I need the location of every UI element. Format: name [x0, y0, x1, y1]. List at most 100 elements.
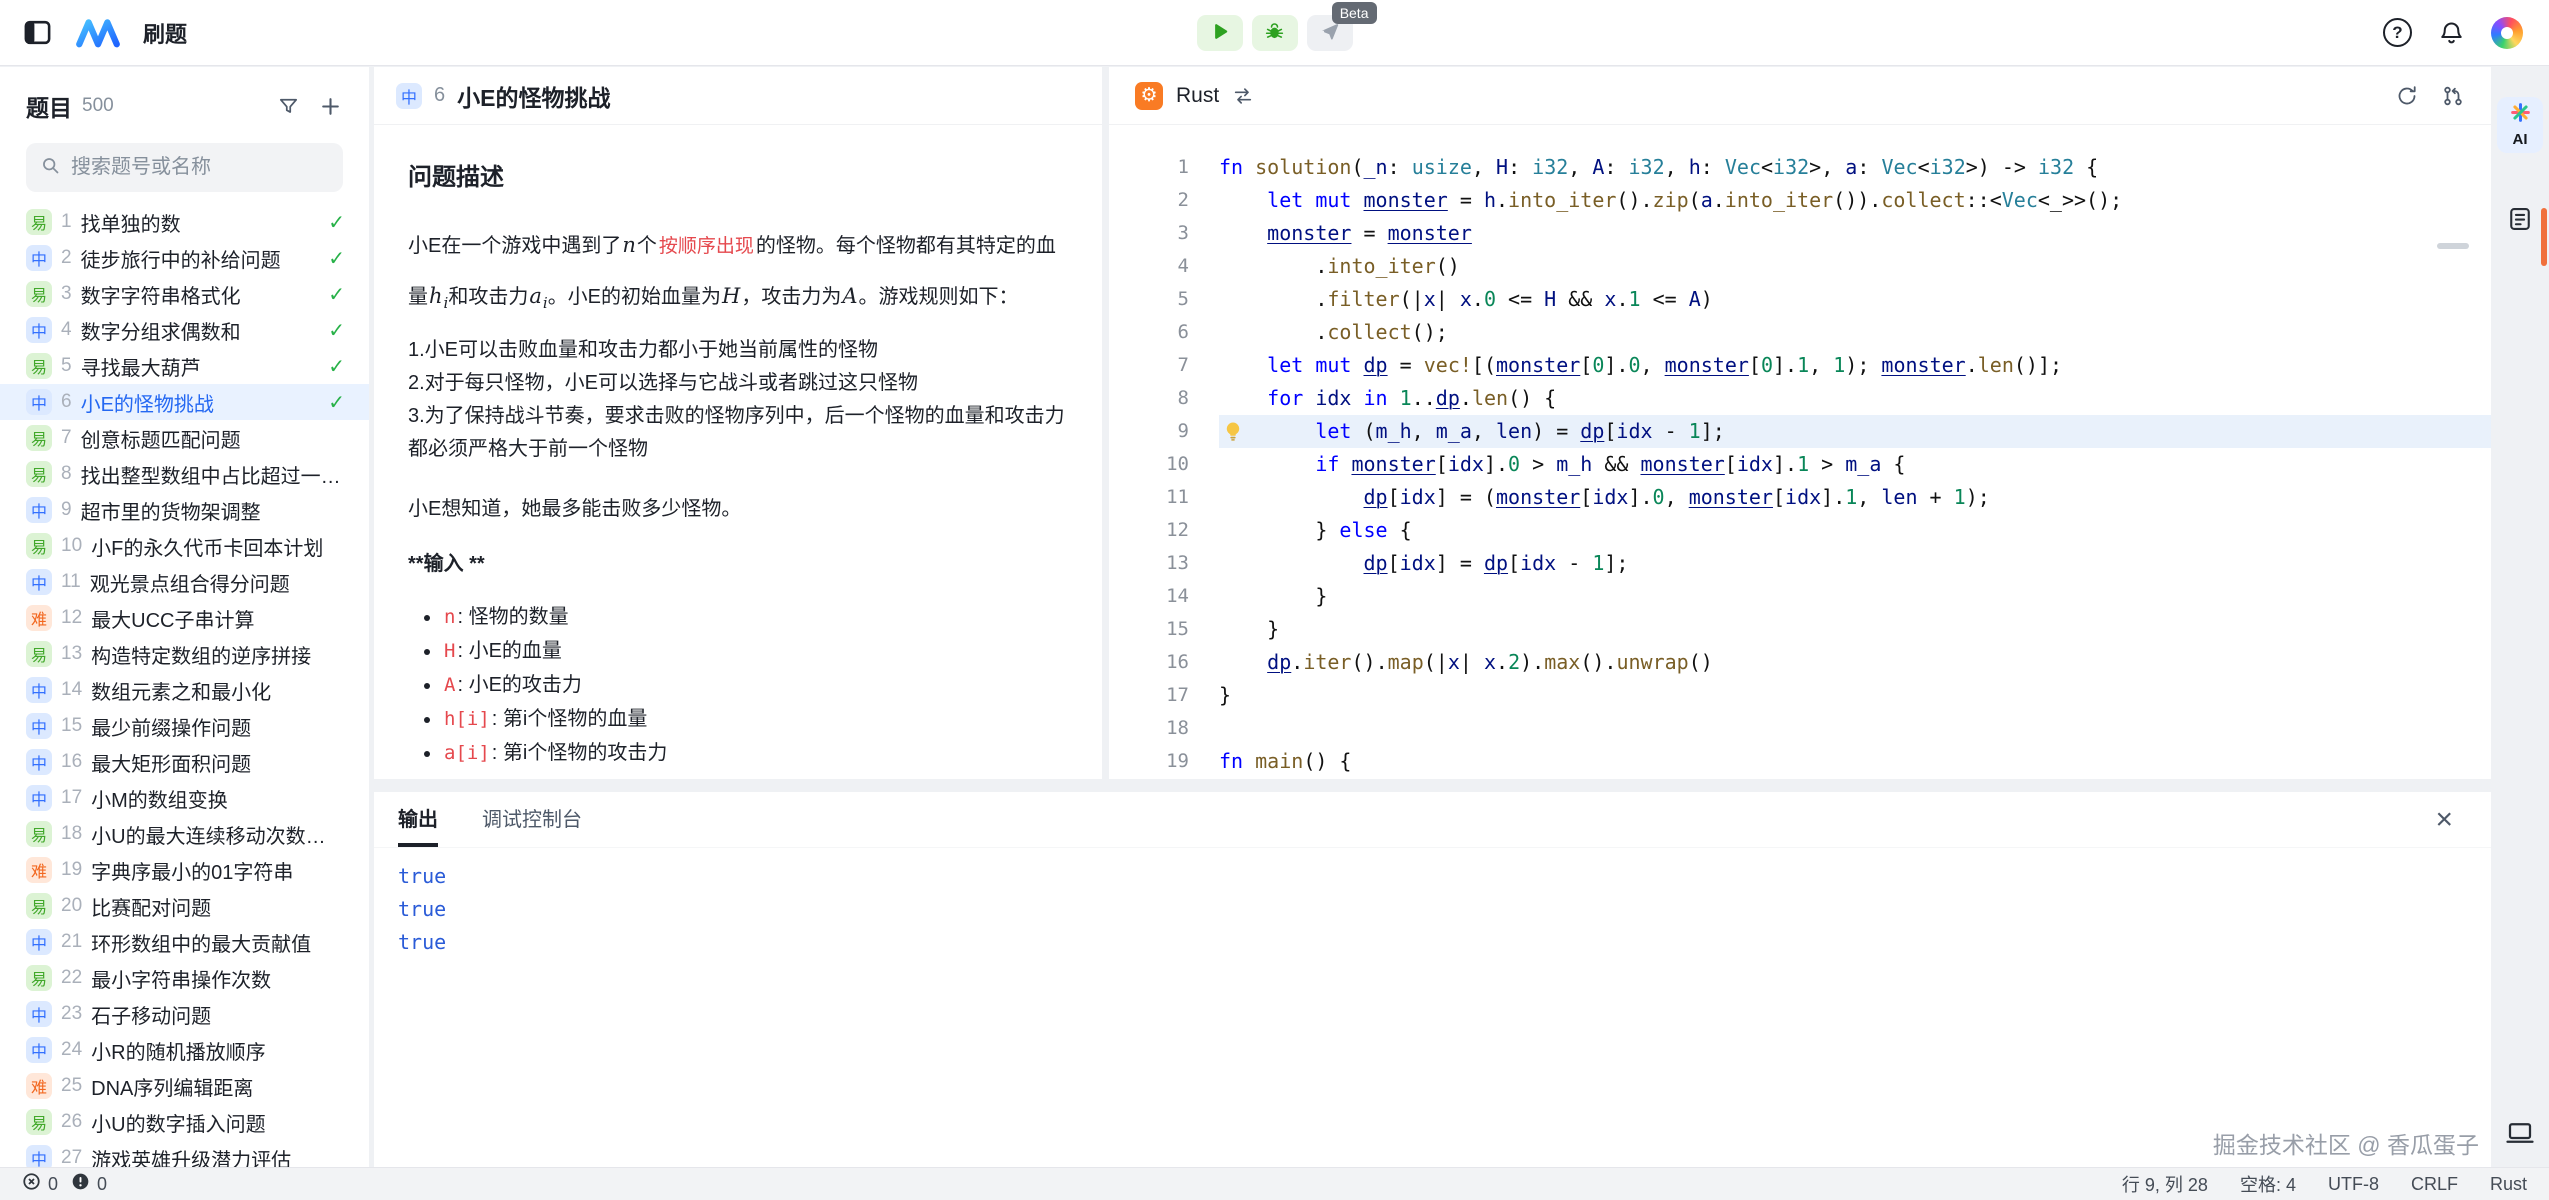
filter-icon[interactable] [277, 95, 300, 118]
difficulty-badge: 中 [26, 785, 52, 811]
tab-output[interactable]: 输出 [398, 792, 438, 847]
eol-setting[interactable]: CRLF [2411, 1174, 2458, 1195]
code-line[interactable]: 3 monster = monster [1109, 217, 2491, 250]
line-number[interactable]: 13 [1109, 547, 1189, 580]
code-line[interactable]: 16 dp.iter().map(|x| x.2).max().unwrap() [1109, 646, 2491, 679]
problem-list-item[interactable]: 中4数字分组求偶数和✓ [0, 312, 369, 348]
problem-list-item[interactable]: 易18小U的最大连续移动次数问题 [0, 816, 369, 852]
difficulty-badge: 易 [26, 461, 52, 487]
code-line[interactable]: 18 [1109, 712, 2491, 745]
problem-title: 最大UCC子串计算 [91, 604, 345, 633]
problem-list-item[interactable]: 中9超市里的货物架调整 [0, 492, 369, 528]
code-line[interactable]: 7 let mut dp = vec![(monster[0].0, monst… [1109, 349, 2491, 382]
debug-button[interactable] [1252, 15, 1298, 51]
problem-list-item[interactable]: 难25DNA序列编辑距离 [0, 1068, 369, 1104]
lightbulb-icon[interactable] [1221, 419, 1245, 443]
code-line[interactable]: 6 .collect(); [1109, 316, 2491, 349]
line-number[interactable]: 8 [1109, 382, 1189, 415]
switch-language-icon[interactable] [1232, 85, 1254, 107]
problem-list-item[interactable]: 中11观光景点组合得分问题 [0, 564, 369, 600]
code-line[interactable]: 12 } else { [1109, 514, 2491, 547]
problem-list-item[interactable]: 易7创意标题匹配问题 [0, 420, 369, 456]
line-number[interactable]: 6 [1109, 316, 1189, 349]
line-number[interactable]: 12 [1109, 514, 1189, 547]
code-line[interactable]: 4 .into_iter() [1109, 250, 2491, 283]
ai-assistant-logo-icon[interactable] [2491, 17, 2523, 49]
code-line[interactable]: 11 dp[idx] = (monster[idx].0, monster[id… [1109, 481, 2491, 514]
ai-assistant-button[interactable]: AI [2497, 97, 2543, 153]
difficulty-badge: 中 [26, 677, 52, 703]
code-line[interactable]: 9 let (m_h, m_a, len) = dp[idx - 1]; [1109, 415, 2491, 448]
problem-list-item[interactable]: 易3数字字符串格式化✓ [0, 276, 369, 312]
code-line[interactable]: 19fn main() { [1109, 745, 2491, 778]
problems-indicator[interactable]: 0 0 [22, 1172, 113, 1196]
console-close-icon[interactable]: × [2435, 805, 2453, 835]
problem-list-item[interactable]: 易5寻找最大葫芦✓ [0, 348, 369, 384]
line-number[interactable]: 11 [1109, 481, 1189, 514]
line-number[interactable]: 19 [1109, 745, 1189, 778]
reset-code-icon[interactable] [2395, 84, 2419, 108]
code-line[interactable]: 8 for idx in 1..dp.len() { [1109, 382, 2491, 415]
problem-list-item[interactable]: 中15最少前缀操作问题 [0, 708, 369, 744]
code-line[interactable]: 2 let mut monster = h.into_iter().zip(a.… [1109, 184, 2491, 217]
line-number[interactable]: 7 [1109, 349, 1189, 382]
diff-compare-icon[interactable] [2441, 84, 2465, 108]
sidebar-toggle-icon[interactable] [22, 17, 53, 48]
line-number[interactable]: 15 [1109, 613, 1189, 646]
tab-debug-console[interactable]: 调试控制台 [482, 792, 582, 847]
search-box[interactable] [26, 143, 343, 192]
problem-list-item[interactable]: 中21环形数组中的最大贡献值 [0, 924, 369, 960]
problem-list-item[interactable]: 易26小U的数字插入问题 [0, 1104, 369, 1140]
line-number[interactable]: 16 [1109, 646, 1189, 679]
line-number[interactable]: 17 [1109, 679, 1189, 712]
code-line[interactable]: 17} [1109, 679, 2491, 712]
code-line[interactable]: 15 } [1109, 613, 2491, 646]
problem-list-item[interactable]: 难19字典序最小的01字符串 [0, 852, 369, 888]
problem-list-item[interactable]: 易20比赛配对问题 [0, 888, 369, 924]
code-line[interactable]: 14 } [1109, 580, 2491, 613]
problem-list-item[interactable]: 中2徒步旅行中的补给问题✓ [0, 240, 369, 276]
line-number[interactable]: 2 [1109, 184, 1189, 217]
device-preview-icon[interactable] [2505, 1118, 2535, 1153]
problem-list-item[interactable]: 易8找出整型数组中占比超过一半… [0, 456, 369, 492]
problem-list-item[interactable]: 中14数组元素之和最小化 [0, 672, 369, 708]
line-number[interactable]: 4 [1109, 250, 1189, 283]
code-line[interactable]: 13 dp[idx] = dp[idx - 1]; [1109, 547, 2491, 580]
help-icon[interactable]: ? [2383, 18, 2412, 47]
problem-list-item[interactable]: 易22最小字符串操作次数 [0, 960, 369, 996]
problem-list-item[interactable]: 中24小R的随机播放顺序 [0, 1032, 369, 1068]
line-number[interactable]: 5 [1109, 283, 1189, 316]
problem-list-item[interactable]: 中17小M的数组变换 [0, 780, 369, 816]
search-input[interactable] [71, 156, 336, 179]
problem-list-item[interactable]: 中23石子移动问题 [0, 996, 369, 1032]
problem-list-item[interactable]: 易10小F的永久代币卡回本计划 [0, 528, 369, 564]
problem-list-item[interactable]: 难12最大UCC子串计算 [0, 600, 369, 636]
problem-list-item[interactable]: 易13构造特定数组的逆序拼接 [0, 636, 369, 672]
notes-icon[interactable] [2506, 205, 2534, 238]
line-content: monster = monster [1219, 217, 2491, 250]
problem-list-item[interactable]: 易1找单独的数✓ [0, 204, 369, 240]
line-number[interactable]: 14 [1109, 580, 1189, 613]
code-line[interactable]: 5 .filter(|x| x.0 <= H && x.1 <= A) [1109, 283, 2491, 316]
notifications-bell-icon[interactable] [2438, 19, 2465, 46]
problem-list-item[interactable]: 中27游戏英雄升级潜力评估 [0, 1140, 369, 1167]
problem-list-item[interactable]: 中6小E的怪物挑战✓ [0, 384, 369, 420]
editor-scrollbar-thumb[interactable] [2437, 243, 2469, 249]
run-button[interactable] [1197, 15, 1243, 51]
line-number[interactable]: 1 [1109, 151, 1189, 184]
language-mode[interactable]: Rust [2490, 1174, 2527, 1195]
problem-list-item[interactable]: 中16最大矩形面积问题 [0, 744, 369, 780]
page-scrollbar-thumb[interactable] [2541, 208, 2547, 266]
code-line[interactable]: 10 if monster[idx].0 > m_h && monster[id… [1109, 448, 2491, 481]
indentation-setting[interactable]: 空格: 4 [2240, 1171, 2296, 1197]
line-number[interactable]: 9 [1109, 415, 1189, 448]
problem-title: 寻找最大葫芦 [81, 352, 314, 381]
code-line[interactable]: 1fn solution(_n: usize, H: i32, A: i32, … [1109, 151, 2491, 184]
line-number[interactable]: 18 [1109, 712, 1189, 745]
app-logo-icon[interactable] [75, 18, 121, 48]
line-number[interactable]: 3 [1109, 217, 1189, 250]
encoding-setting[interactable]: UTF-8 [2328, 1174, 2379, 1195]
cursor-position[interactable]: 行 9, 列 28 [2122, 1171, 2208, 1197]
line-number[interactable]: 10 [1109, 448, 1189, 481]
add-problem-icon[interactable] [318, 94, 343, 119]
